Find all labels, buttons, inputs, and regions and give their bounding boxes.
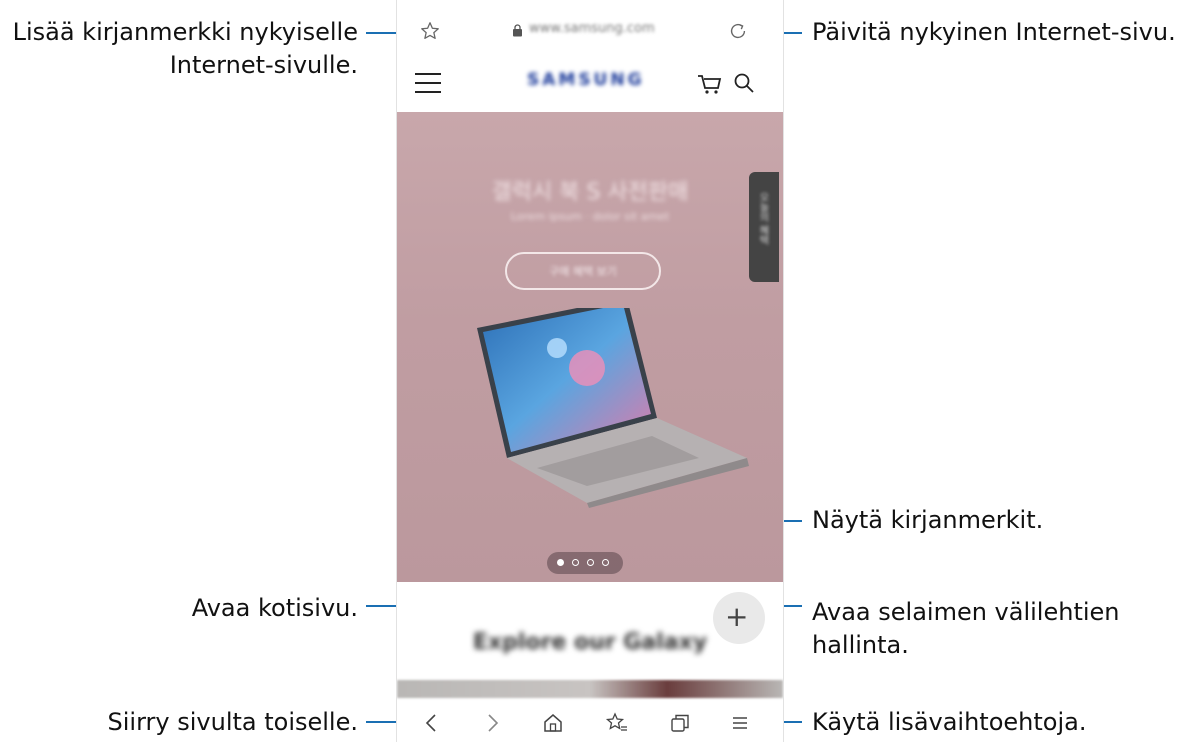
star-icon[interactable] — [419, 20, 441, 42]
callout-tabs: Avaa selaimen välilehtien hallinta. — [812, 596, 1120, 662]
back-icon[interactable] — [419, 710, 445, 736]
search-icon[interactable] — [733, 72, 755, 94]
callout-tabs-line2: hallinta. — [812, 631, 909, 659]
fab-label: + — [725, 600, 749, 633]
carousel-dot — [587, 559, 594, 566]
bottom-toolbar — [397, 704, 783, 742]
laptop-image — [477, 308, 749, 508]
callout-navigate: Siirry sivulta toiselle. — [107, 708, 358, 736]
url-text[interactable]: www.samsung.com — [529, 21, 655, 36]
hero-subtitle: Lorem ipsum · dolor sit amet — [510, 210, 670, 223]
side-tab[interactable]: 오늘의 혜택 — [749, 172, 779, 282]
lock-icon — [513, 24, 522, 37]
callout-show-bookmarks: Näytä kirjanmerkit. — [812, 506, 1044, 534]
menu-icon[interactable] — [727, 710, 753, 736]
callout-refresh: Päivitä nykyinen Internet-sivu. — [812, 18, 1176, 46]
site-header: SAMSUNG — [397, 62, 783, 106]
bookmarks-icon[interactable] — [604, 710, 630, 736]
cart-icon[interactable] — [697, 72, 723, 96]
side-tab-label: 오늘의 혜택 — [757, 192, 768, 246]
carousel-dot — [572, 559, 579, 566]
carousel-dot — [602, 559, 609, 566]
callout-home: Avaa kotisivu. — [191, 594, 358, 622]
phone-screen: www.samsung.com SAMSUNG 갤럭시 북 S 사전판매 Lor… — [396, 0, 784, 742]
address-bar[interactable]: www.samsung.com — [397, 12, 783, 52]
callout-add-bookmark: Lisää kirjanmerkki nykyiselle Internet-s… — [13, 16, 358, 82]
explore-heading: Explore our Galaxy — [472, 630, 708, 655]
callout-more-options: Käytä lisävaihtoehtoja. — [812, 708, 1087, 736]
callout-add-bookmark-line1: Lisää kirjanmerkki nykyiselle — [12, 18, 358, 46]
callout-tabs-line1: Avaa selaimen välilehtien — [812, 598, 1120, 626]
reload-icon[interactable] — [727, 20, 749, 42]
brand-logo[interactable]: SAMSUNG — [527, 70, 645, 90]
home-icon[interactable] — [540, 710, 566, 736]
product-strip — [397, 680, 783, 698]
hero-title: 갤럭시 북 S 사전판매 — [491, 180, 689, 205]
tabs-icon[interactable] — [667, 710, 693, 736]
hamburger-icon[interactable] — [415, 72, 441, 94]
carousel-indicator[interactable] — [547, 552, 623, 574]
hero-button[interactable]: 구매 혜택 보기 — [505, 252, 661, 290]
hero-button-label: 구매 혜택 보기 — [549, 265, 617, 278]
carousel-dot — [557, 559, 564, 566]
callout-add-bookmark-line2: Internet-sivulle. — [169, 51, 358, 79]
hero-banner[interactable]: 갤럭시 북 S 사전판매 Lorem ipsum · dolor sit ame… — [397, 112, 783, 582]
forward-icon[interactable] — [479, 710, 505, 736]
